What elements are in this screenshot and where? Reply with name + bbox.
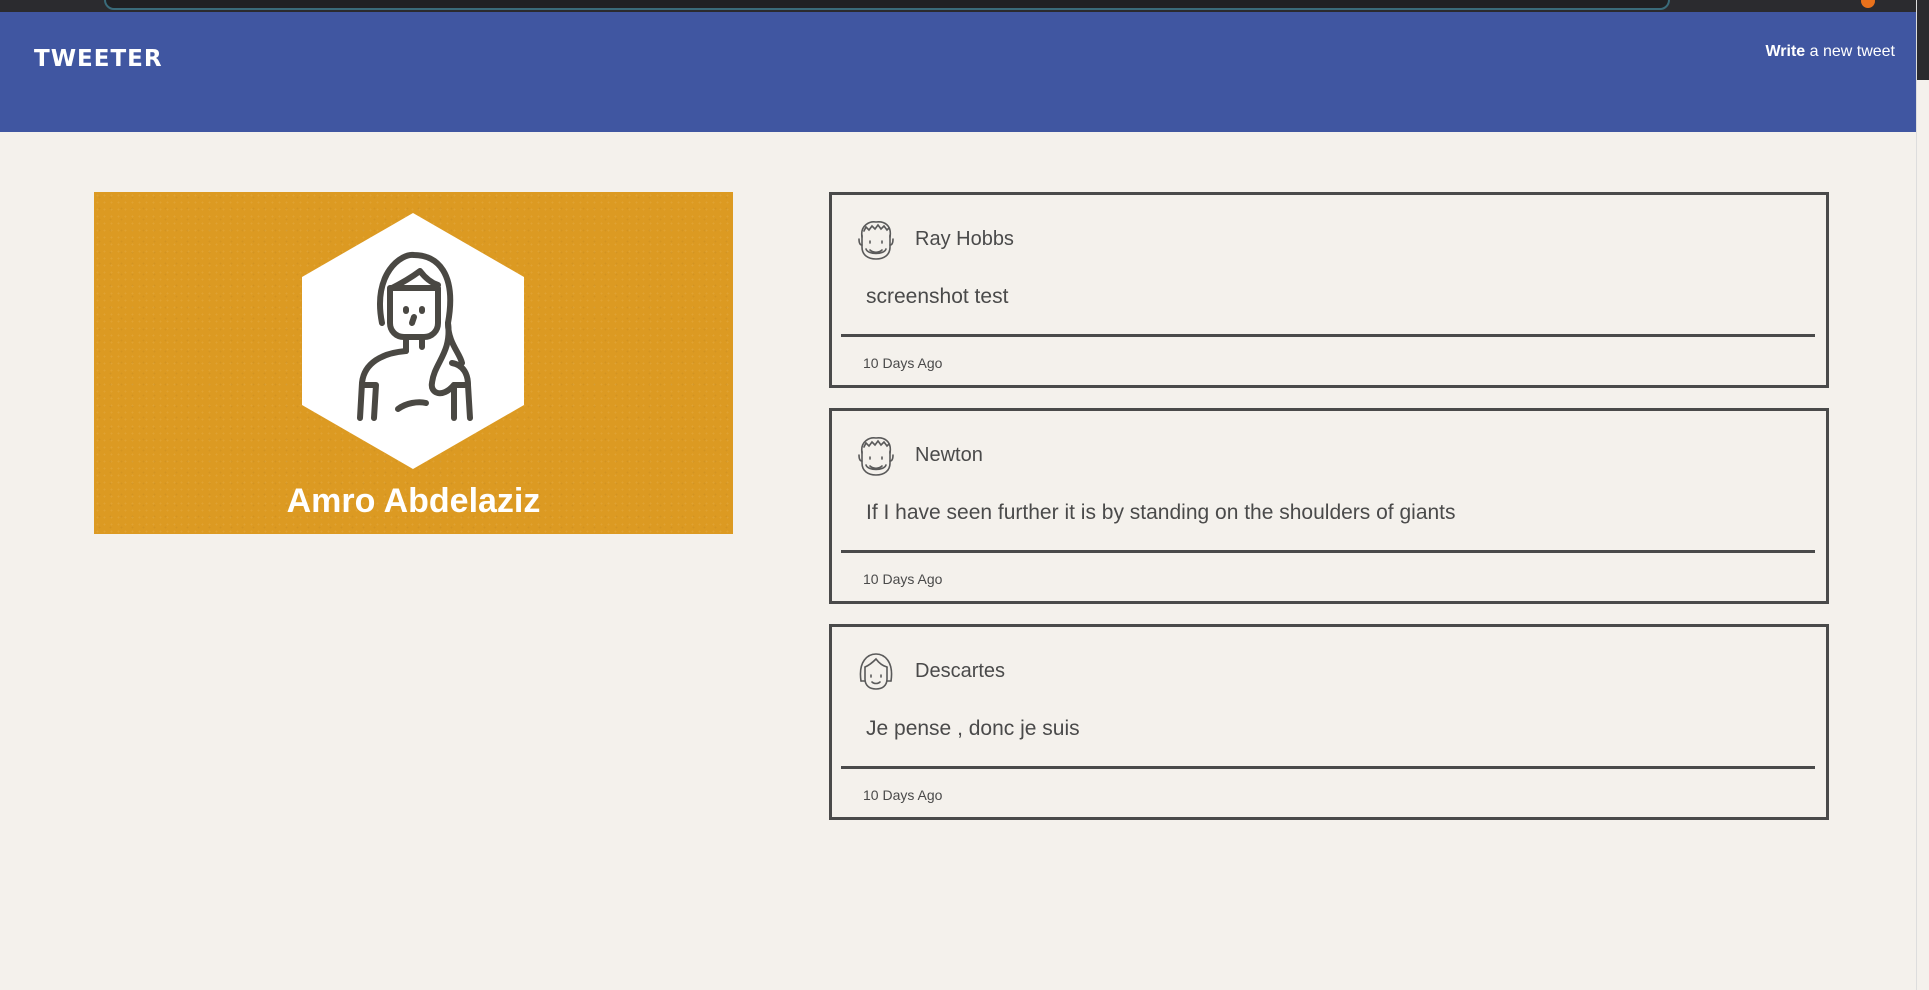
- tweet-divider: [841, 766, 1815, 769]
- tweet-author[interactable]: Descartes: [915, 660, 1005, 683]
- browser-extension-icon[interactable]: [1861, 0, 1875, 8]
- tweet-list: Ray Hobbs screenshot test 10 Days Ago Ne…: [829, 192, 1829, 840]
- tweet-card: Ray Hobbs screenshot test 10 Days Ago: [829, 192, 1829, 388]
- compose-strong-label: Write: [1765, 43, 1806, 60]
- tweet-card: Newton If I have seen further it is by s…: [829, 408, 1829, 604]
- compose-label: a new tweet: [1805, 43, 1895, 60]
- tweet-body: screenshot test: [866, 285, 1009, 308]
- scrollbar-thumb[interactable]: [1917, 0, 1929, 80]
- browser-chrome: [0, 0, 1929, 12]
- write-tweet-button[interactable]: Write a new tweet: [1765, 43, 1895, 61]
- tweet-card: Descartes Je pense , donc je suis 10 Day…: [829, 624, 1829, 820]
- tweet-body: Je pense , donc je suis: [866, 717, 1080, 740]
- brand-logo[interactable]: TWEETER: [34, 46, 163, 72]
- page-scrollbar[interactable]: [1916, 0, 1929, 990]
- tweet-timestamp: 10 Days Ago: [863, 787, 943, 803]
- woman-avatar-icon: [859, 653, 893, 690]
- tweet-timestamp: 10 Days Ago: [863, 571, 943, 587]
- profile-card: Amro Abdelaziz: [94, 192, 733, 534]
- navbar: TWEETER Write a new tweet: [0, 12, 1917, 132]
- man-avatar-icon: [858, 437, 894, 476]
- profile-name: Amro Abdelaziz: [286, 482, 541, 520]
- tweet-divider: [841, 334, 1815, 337]
- browser-address-bar[interactable]: [104, 0, 1670, 10]
- tweet-divider: [841, 550, 1815, 553]
- man-avatar-icon: [858, 221, 894, 260]
- tweet-body: If I have seen further it is by standing…: [866, 501, 1456, 524]
- tweet-timestamp: 10 Days Ago: [863, 355, 943, 371]
- tweet-author[interactable]: Ray Hobbs: [915, 228, 1014, 251]
- user-avatar-icon: [302, 213, 524, 469]
- tweet-author[interactable]: Newton: [915, 444, 983, 467]
